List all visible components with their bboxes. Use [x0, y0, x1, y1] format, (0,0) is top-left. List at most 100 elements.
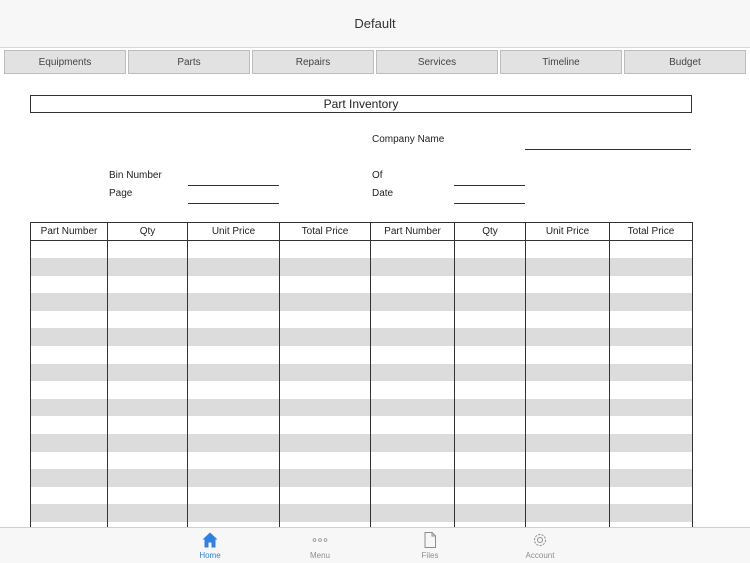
table-cell[interactable] [187, 258, 280, 276]
table-cell[interactable] [30, 363, 108, 382]
table-cell[interactable] [609, 328, 693, 347]
table-cell[interactable] [609, 504, 693, 522]
table-cell[interactable] [525, 434, 610, 452]
bin-number-field[interactable] [188, 185, 279, 186]
table-cell[interactable] [609, 416, 693, 435]
table-cell[interactable] [30, 328, 108, 347]
table-cell[interactable] [370, 328, 455, 347]
table-cell[interactable] [107, 240, 188, 259]
table-cell[interactable] [279, 258, 371, 276]
page-field[interactable] [188, 203, 279, 204]
table-cell[interactable] [107, 381, 188, 399]
table-cell[interactable] [609, 310, 693, 329]
tab-budget[interactable]: Budget [624, 50, 746, 74]
table-cell[interactable] [454, 416, 526, 435]
bottom-tab-home[interactable]: Home [180, 530, 240, 562]
table-cell[interactable] [454, 258, 526, 276]
table-cell[interactable] [279, 398, 371, 417]
table-cell[interactable] [525, 258, 610, 276]
table-cell[interactable] [30, 486, 108, 505]
table-cell[interactable] [525, 275, 610, 294]
table-cell[interactable] [454, 504, 526, 522]
tab-equipments[interactable]: Equipments [4, 50, 126, 74]
table-cell[interactable] [187, 486, 280, 505]
tab-timeline[interactable]: Timeline [500, 50, 622, 74]
table-cell[interactable] [30, 398, 108, 417]
table-cell[interactable] [279, 486, 371, 505]
of-field[interactable] [454, 185, 525, 186]
table-cell[interactable] [279, 240, 371, 259]
table-cell[interactable] [454, 328, 526, 347]
tab-repairs[interactable]: Repairs [252, 50, 374, 74]
table-cell[interactable] [609, 293, 693, 311]
table-cell[interactable] [454, 240, 526, 259]
table-cell[interactable] [107, 328, 188, 347]
table-cell[interactable] [370, 416, 455, 435]
table-cell[interactable] [609, 275, 693, 294]
table-cell[interactable] [525, 328, 610, 347]
table-cell[interactable] [525, 381, 610, 399]
table-cell[interactable] [609, 451, 693, 470]
table-cell[interactable] [525, 363, 610, 382]
table-cell[interactable] [107, 451, 188, 470]
table-cell[interactable] [525, 346, 610, 364]
table-cell[interactable] [187, 275, 280, 294]
table-cell[interactable] [525, 310, 610, 329]
table-cell[interactable] [454, 469, 526, 487]
table-cell[interactable] [187, 434, 280, 452]
table-cell[interactable] [370, 381, 455, 399]
table-cell[interactable] [525, 398, 610, 417]
bottom-tab-files[interactable]: Files [400, 530, 460, 562]
company-name-field[interactable] [525, 149, 691, 150]
table-cell[interactable] [370, 293, 455, 311]
table-cell[interactable] [279, 328, 371, 347]
table-cell[interactable] [279, 504, 371, 522]
table-cell[interactable] [609, 258, 693, 276]
table-cell[interactable] [525, 469, 610, 487]
table-cell[interactable] [525, 416, 610, 435]
table-cell[interactable] [30, 293, 108, 311]
table-cell[interactable] [107, 486, 188, 505]
table-cell[interactable] [279, 363, 371, 382]
date-field[interactable] [454, 203, 525, 204]
table-cell[interactable] [107, 293, 188, 311]
table-cell[interactable] [609, 469, 693, 487]
table-cell[interactable] [187, 240, 280, 259]
table-cell[interactable] [187, 469, 280, 487]
table-cell[interactable] [187, 504, 280, 522]
table-cell[interactable] [370, 275, 455, 294]
table-cell[interactable] [107, 275, 188, 294]
table-cell[interactable] [30, 240, 108, 259]
table-cell[interactable] [609, 346, 693, 364]
table-cell[interactable] [187, 310, 280, 329]
table-cell[interactable] [187, 381, 280, 399]
table-cell[interactable] [107, 434, 188, 452]
table-cell[interactable] [30, 275, 108, 294]
table-cell[interactable] [30, 504, 108, 522]
table-cell[interactable] [30, 469, 108, 487]
table-cell[interactable] [454, 486, 526, 505]
table-cell[interactable] [454, 434, 526, 452]
table-cell[interactable] [187, 398, 280, 417]
table-cell[interactable] [609, 381, 693, 399]
table-cell[interactable] [279, 451, 371, 470]
table-cell[interactable] [525, 486, 610, 505]
table-cell[interactable] [30, 416, 108, 435]
table-cell[interactable] [525, 504, 610, 522]
table-cell[interactable] [454, 346, 526, 364]
table-cell[interactable] [370, 486, 455, 505]
table-cell[interactable] [454, 293, 526, 311]
table-cell[interactable] [279, 469, 371, 487]
table-cell[interactable] [30, 346, 108, 364]
table-cell[interactable] [525, 240, 610, 259]
table-cell[interactable] [279, 293, 371, 311]
table-cell[interactable] [30, 451, 108, 470]
table-cell[interactable] [370, 469, 455, 487]
table-cell[interactable] [279, 381, 371, 399]
table-cell[interactable] [609, 240, 693, 259]
table-cell[interactable] [107, 346, 188, 364]
table-cell[interactable] [454, 451, 526, 470]
table-cell[interactable] [370, 363, 455, 382]
table-cell[interactable] [370, 346, 455, 364]
table-cell[interactable] [609, 363, 693, 382]
